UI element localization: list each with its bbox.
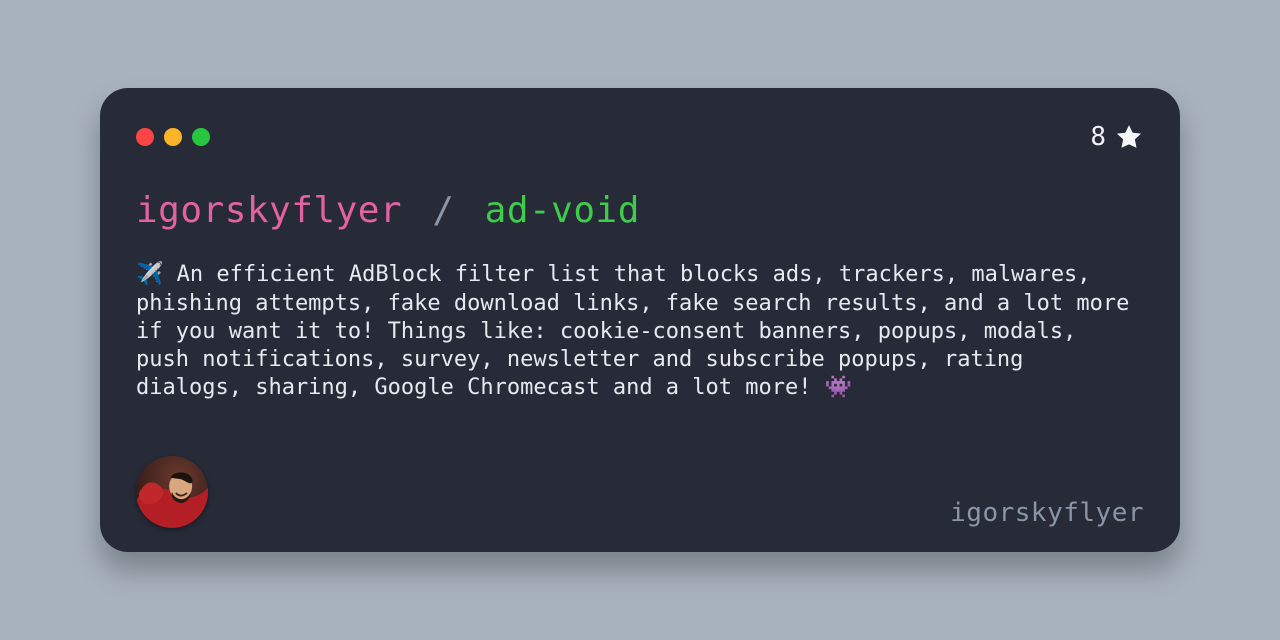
repo-name[interactable]: ad-void [485,190,640,231]
username-label[interactable]: igorskyflyer [950,498,1144,528]
repo-title: igorskyflyer / ad-void [136,190,1144,231]
traffic-light-red-icon[interactable] [136,128,154,146]
repo-separator: / [432,190,454,231]
star-icon [1114,122,1144,152]
repo-card: 8 igorskyflyer / ad-void ✈️ An efficient… [100,88,1180,552]
repo-description: ✈️ An efficient AdBlock filter list that… [136,261,1136,402]
card-footer: igorskyflyer [136,456,1144,528]
window-controls [136,128,210,146]
traffic-light-green-icon[interactable] [192,128,210,146]
avatar-icon [136,456,208,528]
star-count-group[interactable]: 8 [1090,122,1144,152]
repo-owner[interactable]: igorskyflyer [136,190,402,231]
card-topbar: 8 [136,122,1144,152]
star-count: 8 [1090,122,1106,152]
traffic-light-yellow-icon[interactable] [164,128,182,146]
user-avatar[interactable] [136,456,208,528]
